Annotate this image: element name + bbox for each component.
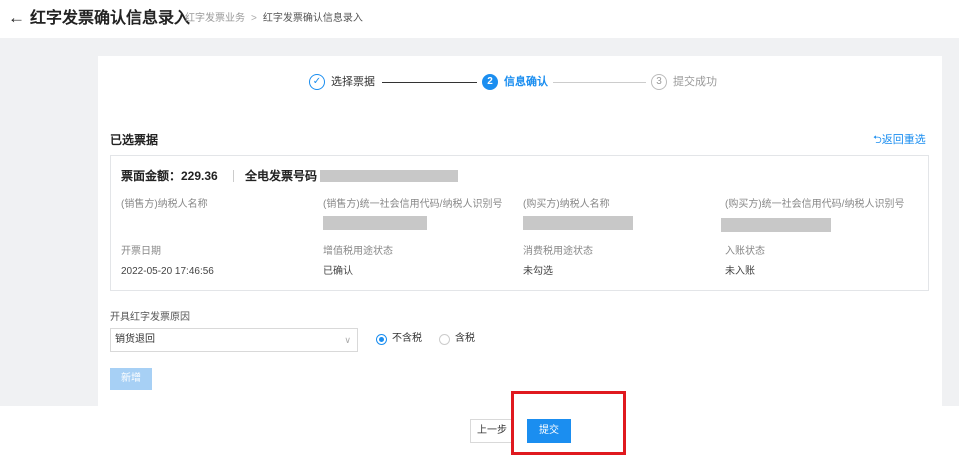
back-arrow-icon[interactable]: ← [8, 8, 25, 28]
entry-status-value: 未入账 [725, 266, 755, 277]
main-card: ✓ 选择票据 2 信息确认 3 提交成功 已选票据 ⮌返回重选 票面金额：229… [98, 56, 942, 408]
invoice-info-box: 票面金额：229.36 全电发票号码 (销售方)纳税人名称 (销售方)统一社会信… [110, 155, 929, 291]
reselect-link[interactable]: ⮌返回重选 [873, 133, 926, 147]
redacted-seller-tax-id [323, 216, 427, 230]
redacted-buyer-name [523, 216, 633, 230]
chevron-down-icon: ∨ [344, 335, 351, 345]
step-connector-pending [553, 82, 646, 83]
section-title: 已选票据 [110, 133, 159, 147]
prev-step-button[interactable]: 上一步 [470, 419, 514, 443]
step-done-check-icon: ✓ [309, 74, 325, 90]
redacted-invoice-number [320, 170, 458, 182]
redacted-buyer-tax-id [721, 218, 831, 232]
tax-inclusive-label[interactable]: 含税 [455, 333, 475, 345]
step-1-label: 选择票据 [331, 76, 375, 88]
vat-status-label: 增值税用途状态 [323, 246, 393, 257]
tax-exclusive-radio[interactable] [376, 334, 387, 345]
issue-date-label: 开票日期 [121, 246, 161, 257]
entry-status-label: 入账状态 [725, 246, 765, 257]
reason-selected-value: 销货退回 [115, 334, 155, 345]
tax-inclusive-radio[interactable] [439, 334, 450, 345]
step-3-number: 3 [651, 74, 667, 90]
step-2-number: 2 [482, 74, 498, 90]
page-header: ← 红字发票确认信息录入 红字发票业务 > 红字发票确认信息录入 [0, 0, 959, 38]
bottom-action-bar: 上一步 提交 [0, 406, 959, 464]
tax-exclusive-label[interactable]: 不含税 [392, 333, 422, 345]
consumption-tax-status-value: 未勾选 [523, 266, 553, 277]
step-2-label: 信息确认 [504, 76, 548, 88]
step-connector-done [382, 82, 477, 83]
progress-steps: ✓ 选择票据 2 信息确认 3 提交成功 [98, 56, 942, 110]
consumption-tax-status-label: 消费税用途状态 [523, 246, 593, 257]
seller-name-label: (销售方)纳税人名称 [121, 199, 208, 210]
issue-date-value: 2022-05-20 17:46:56 [121, 266, 214, 277]
buyer-name-label: (购买方)纳税人名称 [523, 199, 610, 210]
reason-label: 开具红字发票原因 [110, 312, 190, 323]
breadcrumb: 红字发票业务 > 红字发票确认信息录入 [185, 12, 363, 26]
invoice-number-label: 全电发票号码 [245, 169, 318, 183]
step-3-label: 提交成功 [673, 76, 717, 88]
breadcrumb-separator: > [251, 13, 257, 24]
page-title: 红字发票确认信息录入 [30, 10, 191, 27]
divider [233, 170, 234, 182]
breadcrumb-item-red-invoice-business[interactable]: 红字发票业务 [185, 13, 245, 24]
invoice-amount: 票面金额：229.36 [121, 169, 218, 183]
seller-tax-id-label: (销售方)统一社会信用代码/纳税人识别号 [323, 199, 503, 210]
add-button[interactable]: 新增 [110, 368, 152, 390]
buyer-tax-id-label: (购买方)统一社会信用代码/纳税人识别号 [725, 199, 905, 210]
submit-button[interactable]: 提交 [527, 419, 571, 443]
reason-select[interactable]: 销货退回 ∨ [110, 328, 358, 352]
breadcrumb-item-current: 红字发票确认信息录入 [262, 13, 363, 24]
vat-status-value: 已确认 [323, 266, 353, 277]
